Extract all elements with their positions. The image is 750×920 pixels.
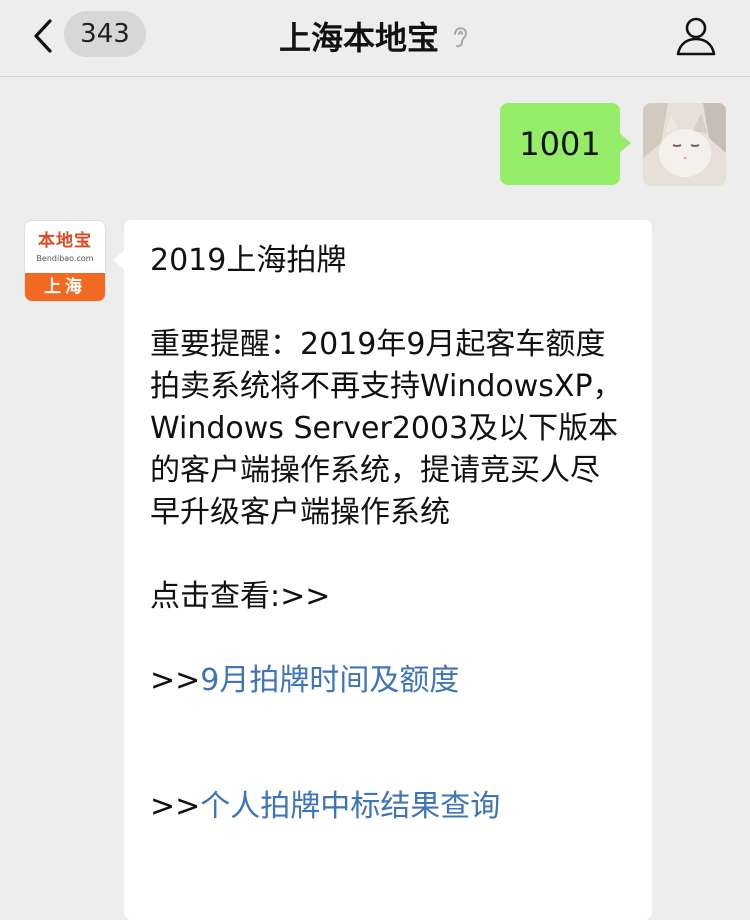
title-wrap: 上海本地宝 xyxy=(0,0,750,72)
user-icon xyxy=(676,17,716,56)
chat-info-button[interactable] xyxy=(674,14,718,58)
link-line-1: >>9月拍牌时间及额度 xyxy=(150,660,628,702)
logo-domain-text: Bendibao.com xyxy=(36,253,94,263)
logo-city-label: 上海 xyxy=(25,273,105,301)
my-avatar[interactable] xyxy=(643,103,726,186)
link-prefix: >> xyxy=(150,663,201,698)
link-line-2: >>个人拍牌中标结果查询 xyxy=(150,786,628,828)
received-message-bubble[interactable]: 2019上海拍牌 重要提醒：2019年9月起客车额度拍卖系统将不再支持Windo… xyxy=(113,220,652,920)
link-prefix: >> xyxy=(150,789,201,824)
cat-photo-icon xyxy=(643,103,726,186)
link-personal-result-query[interactable]: 个人拍牌中标结果查询 xyxy=(200,789,500,824)
message-notice: 重要提醒：2019年9月起客车额度拍卖系统将不再支持WindowsXP，Wind… xyxy=(150,327,623,530)
link-auction-time-quota[interactable]: 9月拍牌时间及额度 xyxy=(200,663,459,698)
logo-top: 本地宝 Bendibao.com xyxy=(25,221,105,273)
sent-message-bubble[interactable]: 1001 xyxy=(500,103,631,185)
click-prompt: 点击查看:>> xyxy=(150,579,331,614)
message-headline: 2019上海拍牌 xyxy=(150,243,347,278)
logo-brand-text: 本地宝 xyxy=(38,230,92,251)
sender-avatar-logo[interactable]: 本地宝 Bendibao.com 上海 xyxy=(24,220,106,302)
ear-icon xyxy=(454,27,468,48)
chat-title: 上海本地宝 xyxy=(278,19,439,57)
top-bar: 343 上海本地宝 xyxy=(0,0,750,77)
